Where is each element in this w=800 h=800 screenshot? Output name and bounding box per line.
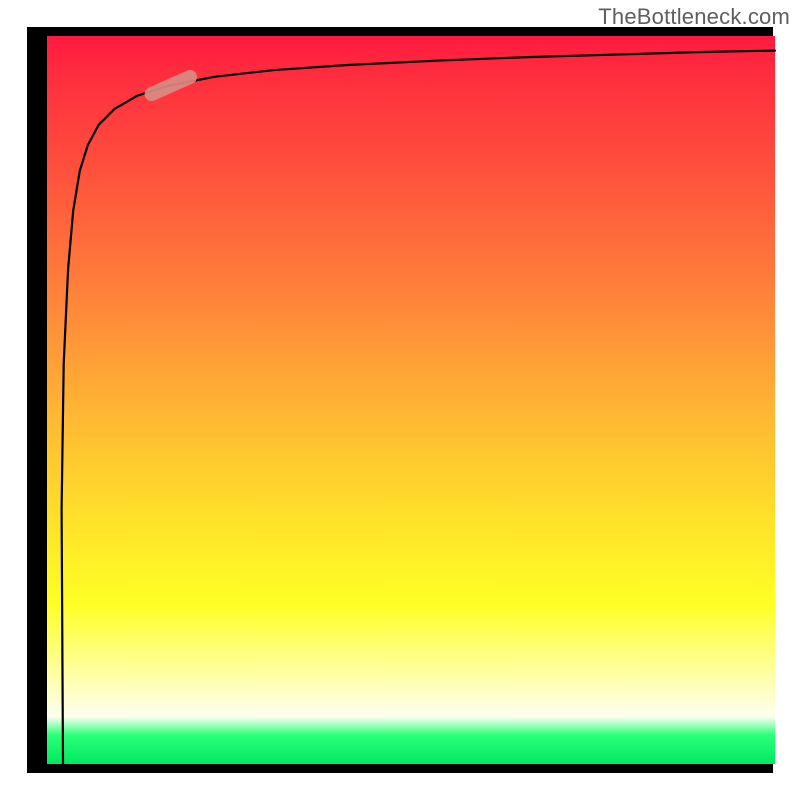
curve-layer [47, 36, 775, 764]
curve-line [62, 51, 775, 764]
chart-canvas: TheBottleneck.com [0, 0, 800, 800]
curve-marker [142, 68, 199, 104]
